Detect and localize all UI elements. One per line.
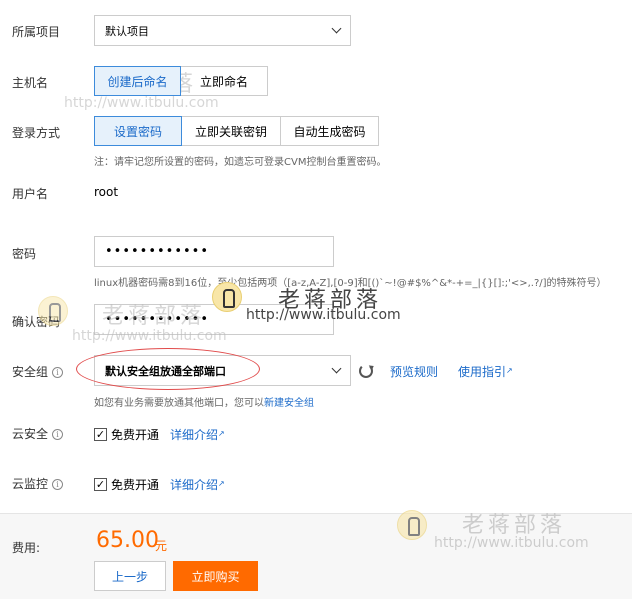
- new-security-group-link[interactable]: 新建安全组: [264, 398, 314, 409]
- refresh-icon[interactable]: [359, 364, 373, 378]
- login-note: 注：请牢记您所设置的密码，如遗忘可登录CVM控制台重置密码。: [94, 157, 387, 168]
- cloud-monitor-label-text: 云监控: [12, 477, 49, 491]
- password-hint: linux机器密码需8到16位，至少包括两项（[a-z,A-Z],[0-9]和[…: [94, 278, 607, 289]
- usage-guide-text: 使用指引: [458, 365, 507, 379]
- project-select-value: 默认项目: [105, 24, 149, 38]
- cloud-security-checkbox[interactable]: ✓ 免费开通: [94, 426, 159, 443]
- cloud-security-checkbox-label: 免费开通: [111, 428, 160, 442]
- external-link-icon: ↗: [506, 366, 513, 375]
- buy-button[interactable]: 立即购买: [173, 561, 258, 591]
- info-icon[interactable]: i: [52, 429, 64, 440]
- username-label: 用户名: [12, 187, 49, 201]
- username-value: root: [94, 185, 119, 199]
- login-method-label: 登录方式: [12, 126, 61, 140]
- cloud-security-detail-link[interactable]: 详细介绍↗: [170, 426, 225, 443]
- preview-rules-link[interactable]: 预览规则: [390, 363, 438, 380]
- prev-button[interactable]: 上一步: [94, 561, 166, 591]
- watermark-logo: [38, 296, 68, 326]
- info-icon[interactable]: i: [52, 367, 64, 378]
- cloud-monitor-label: 云监控 i: [12, 475, 64, 492]
- check-icon: ✓: [94, 428, 107, 441]
- confirm-password-input[interactable]: ••••••••••••: [94, 304, 334, 335]
- price-unit: 元: [155, 539, 168, 553]
- cloud-security-label-text: 云安全: [12, 427, 49, 441]
- price-value: 65.00: [96, 528, 159, 553]
- project-select[interactable]: 默认项目: [94, 15, 351, 46]
- cloud-monitor-checkbox[interactable]: ✓ 免费开通: [94, 476, 159, 493]
- cloud-security-detail-text: 详细介绍: [170, 428, 219, 442]
- cloud-security-label: 云安全 i: [12, 425, 64, 442]
- login-option-link-key[interactable]: 立即关联密钥: [181, 116, 281, 146]
- chevron-down-icon: [331, 363, 342, 374]
- login-option-set-password[interactable]: 设置密码: [94, 116, 182, 146]
- usage-guide-link[interactable]: 使用指引↗: [458, 363, 513, 380]
- fee-label: 费用:: [12, 541, 41, 555]
- check-icon: ✓: [94, 478, 107, 491]
- hostname-option-name-now[interactable]: 立即命名: [180, 66, 268, 96]
- annotation-ellipse: [76, 348, 260, 390]
- security-group-note-text: 如您有业务需要放通其他端口，您可以: [94, 398, 264, 409]
- project-label: 所属项目: [12, 25, 61, 39]
- external-link-icon: ↗: [218, 479, 225, 488]
- password-input[interactable]: ••••••••••••: [94, 236, 334, 267]
- security-group-label-text: 安全组: [12, 365, 49, 379]
- cloud-monitor-detail-text: 详细介绍: [170, 478, 219, 492]
- security-group-label: 安全组 i: [12, 363, 64, 380]
- chevron-down-icon: [331, 23, 342, 34]
- hostname-label: 主机名: [12, 76, 49, 90]
- cloud-monitor-checkbox-label: 免费开通: [111, 478, 160, 492]
- login-method-options: 设置密码 立即关联密钥 自动生成密码: [94, 116, 379, 146]
- info-icon[interactable]: i: [52, 479, 64, 490]
- password-label: 密码: [12, 247, 37, 261]
- cloud-monitor-detail-link[interactable]: 详细介绍↗: [170, 476, 225, 493]
- login-option-auto-password[interactable]: 自动生成密码: [280, 116, 379, 146]
- watermark-logo: [397, 510, 427, 540]
- external-link-icon: ↗: [218, 429, 225, 438]
- security-group-note: 如您有业务需要放通其他端口，您可以新建安全组: [94, 394, 314, 409]
- watermark-logo: [212, 282, 242, 312]
- hostname-options: 创建后命名 立即命名: [94, 66, 268, 96]
- watermark-url: http://www.itbulu.com: [64, 95, 219, 111]
- hostname-option-create-later[interactable]: 创建后命名: [94, 66, 181, 96]
